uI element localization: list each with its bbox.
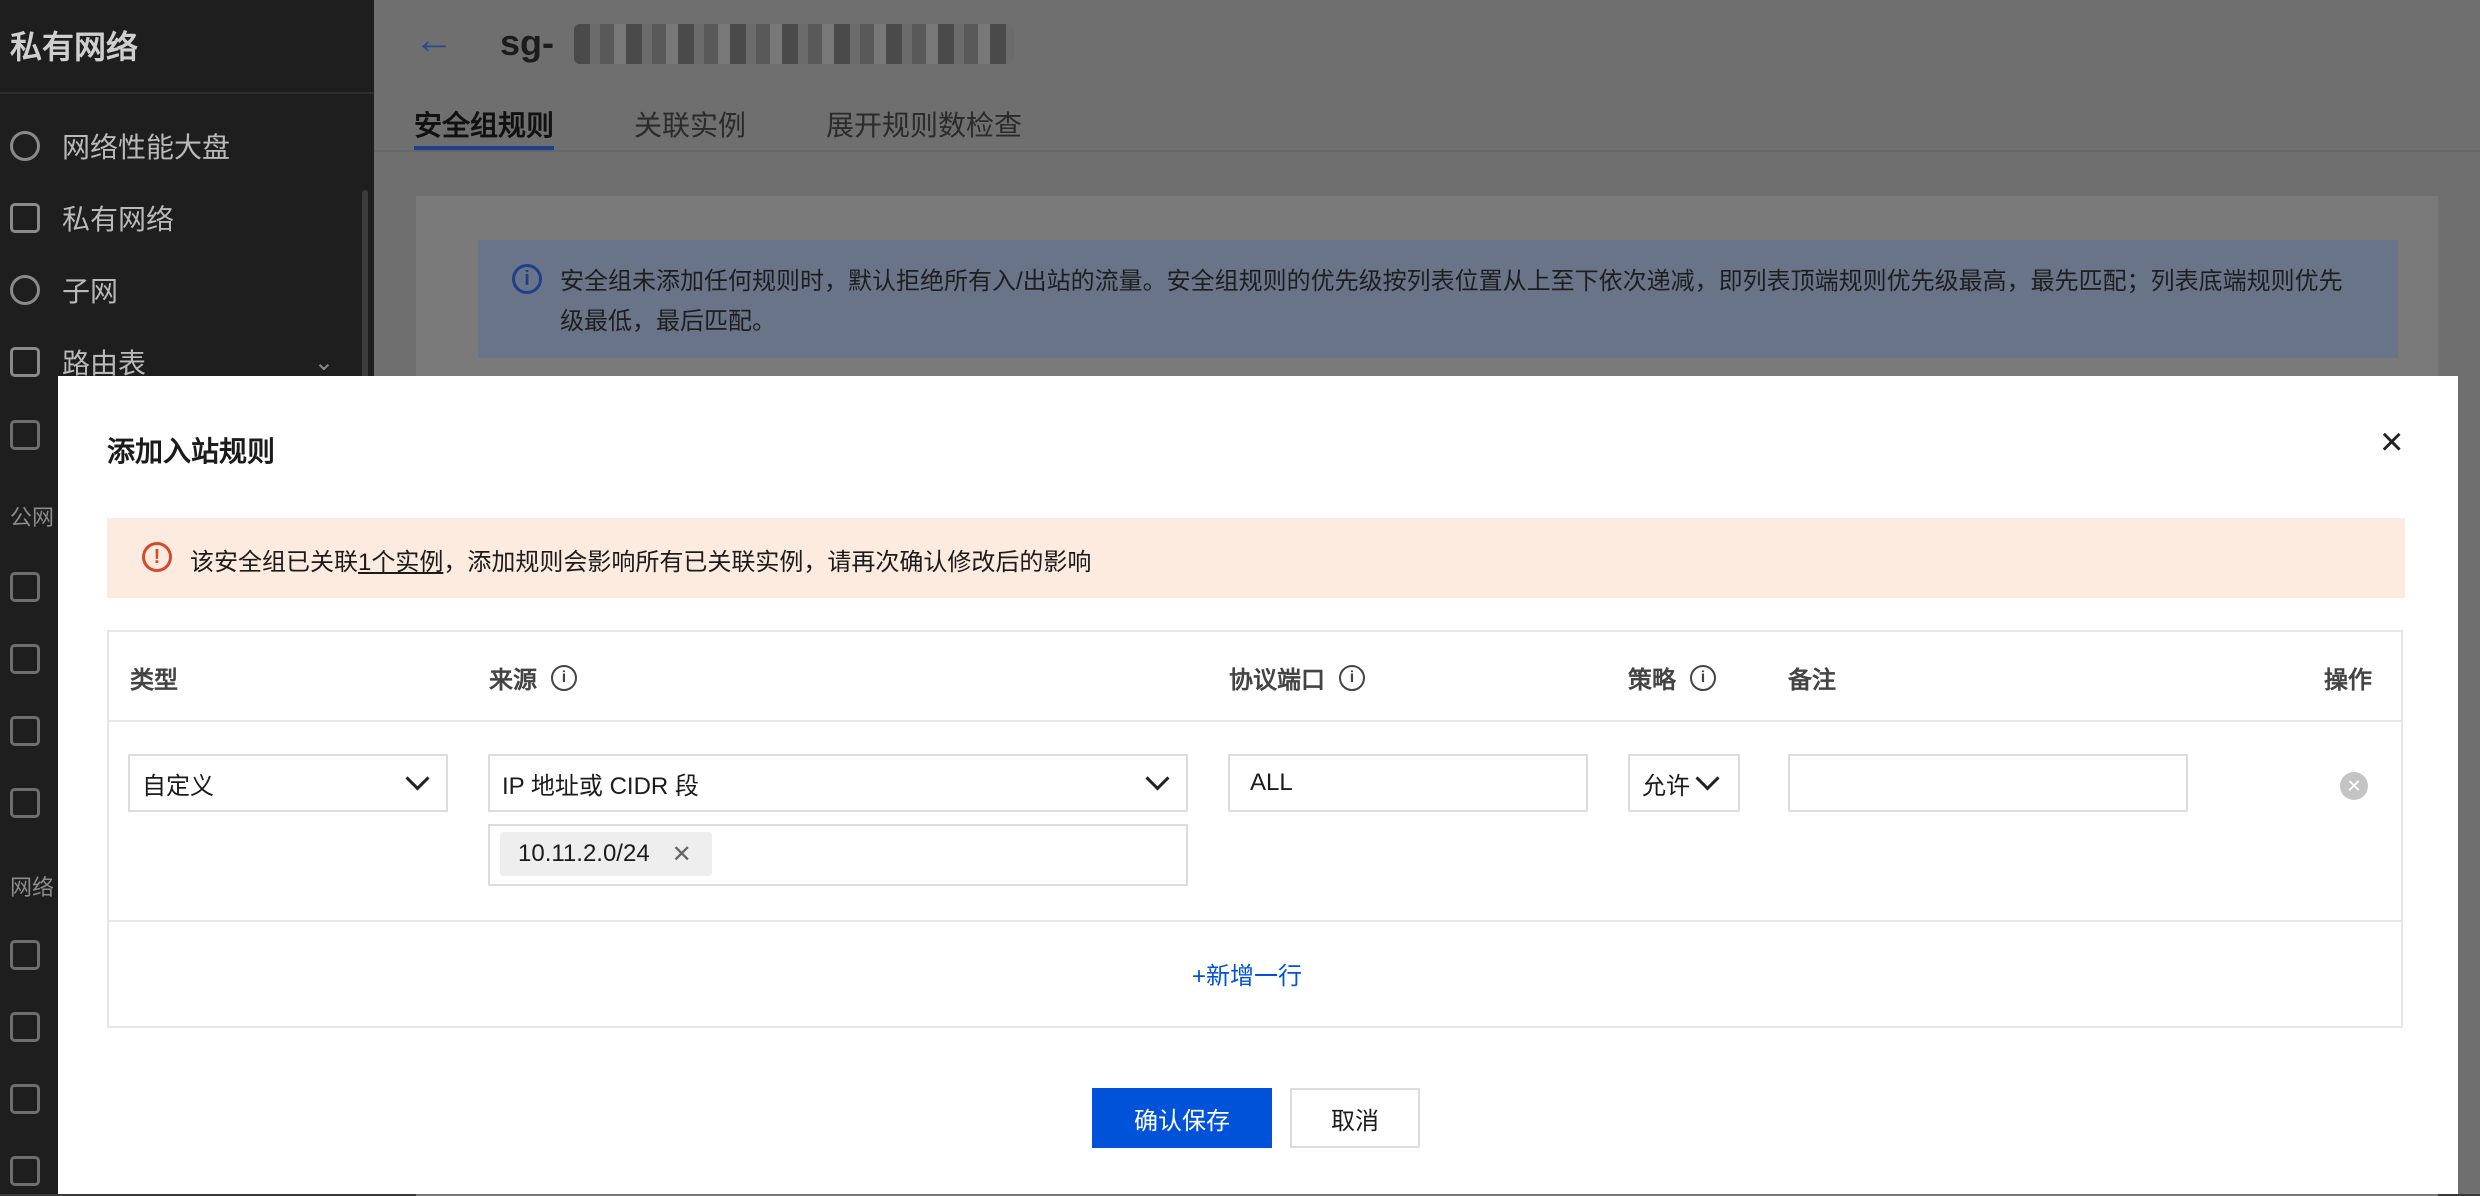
column-header-remark: 备注	[1788, 660, 1836, 695]
column-header-label: 备注	[1788, 667, 1836, 694]
chevron-down-icon: ⌄	[313, 348, 334, 376]
folder-icon[interactable]	[10, 644, 40, 674]
sidebar-item-label: 子网	[62, 276, 119, 307]
tab-security-rules[interactable]: 安全组规则	[414, 104, 554, 144]
port-input-value: ALL	[1250, 769, 1293, 796]
instance-link[interactable]: 1个实例	[358, 549, 443, 576]
type-select[interactable]: 自定义	[128, 754, 448, 812]
source-type-value: IP 地址或 CIDR 段	[502, 772, 699, 800]
chevron-down-icon	[1145, 766, 1170, 791]
cancel-button[interactable]: 取消	[1290, 1088, 1420, 1148]
dashboard-icon	[10, 131, 40, 161]
type-select-value: 自定义	[142, 772, 214, 800]
remark-input[interactable]	[1788, 754, 2188, 812]
ip-icon[interactable]	[10, 572, 40, 602]
column-header-source: 来源 i	[489, 660, 577, 695]
column-header-label: 策略	[1628, 667, 1676, 694]
info-icon[interactable]: i	[551, 664, 577, 691]
close-icon[interactable]: ×	[2380, 422, 2403, 462]
cidr-tag: 10.11.2.0/24 ✕	[500, 832, 712, 876]
route-table-icon	[10, 347, 40, 377]
warning-suffix: ，添加规则会影响所有已关联实例，请再次确认修改后的影响	[443, 549, 1092, 576]
sidebar-group-public: 公网	[10, 505, 55, 530]
column-header-policy: 策略 i	[1628, 660, 1716, 695]
chart-icon[interactable]	[10, 716, 40, 746]
page-title: sg-	[500, 22, 554, 63]
globe-icon	[10, 275, 40, 305]
remove-tag-icon[interactable]: ✕	[672, 840, 692, 869]
add-inbound-rule-dialog: 添加入站规则 × ! 该安全组已关联1个实例，添加规则会影响所有已关联实例，请再…	[58, 376, 2458, 1194]
sidebar-item-vpc[interactable]: 私有网络	[0, 188, 374, 248]
calendar-icon[interactable]	[10, 940, 40, 970]
warning-prefix: 该安全组已关联	[190, 549, 358, 576]
cidr-tag-label: 10.11.2.0/24	[518, 840, 650, 867]
policy-select-value: 允许	[1642, 772, 1690, 800]
add-row-link[interactable]: +新增一行	[1192, 956, 1302, 991]
delete-row-icon[interactable]: ✕	[2340, 772, 2368, 800]
tab-divider	[374, 150, 2480, 152]
tab-rule-count-check[interactable]: 展开规则数检查	[826, 104, 1022, 144]
report-icon[interactable]	[10, 788, 40, 818]
policy-select[interactable]: 允许	[1628, 754, 1740, 812]
confirm-save-button[interactable]: 确认保存	[1092, 1088, 1272, 1148]
sidebar-brand: 私有网络	[10, 29, 139, 65]
chevron-down-icon	[1695, 766, 1720, 791]
settings-icon[interactable]	[10, 1156, 40, 1186]
warning-icon: !	[142, 542, 172, 572]
sidebar-group-network: 网络	[10, 875, 55, 900]
tab-associated-instances[interactable]: 关联实例	[634, 104, 746, 144]
column-header-port: 协议端口 i	[1229, 660, 1365, 695]
header-divider	[109, 720, 2401, 722]
redacted-id	[574, 24, 1014, 64]
sidebar-item-label: 私有网络	[62, 204, 175, 235]
column-header-label: 类型	[130, 667, 178, 694]
sidebar-item-label: 网络性能大盘	[62, 132, 231, 163]
warning-text: 该安全组已关联1个实例，添加规则会影响所有已关联实例，请再次确认修改后的影响	[190, 542, 1091, 577]
info-icon[interactable]: i	[1690, 664, 1716, 691]
info-icon[interactable]: i	[1339, 664, 1365, 691]
sidebar-item-dashboard[interactable]: 网络性能大盘	[0, 116, 374, 176]
column-header-action: 操作	[2324, 660, 2372, 695]
active-tab-indicator	[414, 146, 554, 150]
column-header-type: 类型	[130, 660, 178, 695]
back-arrow-icon[interactable]: ←	[414, 18, 454, 63]
port-input[interactable]: ALL	[1228, 754, 1588, 812]
chevron-down-icon	[405, 766, 430, 791]
column-header-label: 来源	[489, 667, 537, 694]
vpc-icon	[10, 203, 40, 233]
column-header-label: 操作	[2324, 667, 2372, 694]
info-icon: i	[512, 264, 542, 294]
dialog-title: 添加入站规则	[107, 436, 276, 467]
source-type-select[interactable]: IP 地址或 CIDR 段	[488, 754, 1188, 812]
divider	[0, 92, 374, 94]
row-divider	[109, 920, 2401, 922]
topology-icon[interactable]	[10, 1012, 40, 1042]
gateway-icon[interactable]	[10, 420, 40, 450]
info-banner-text: 安全组未添加任何规则时，默认拒绝所有入/出站的流量。安全组规则的优先级按列表位置…	[560, 268, 2343, 335]
shield-icon[interactable]	[10, 1084, 40, 1114]
sidebar-item-subnet[interactable]: 子网	[0, 260, 374, 320]
column-header-label: 协议端口	[1229, 667, 1325, 694]
